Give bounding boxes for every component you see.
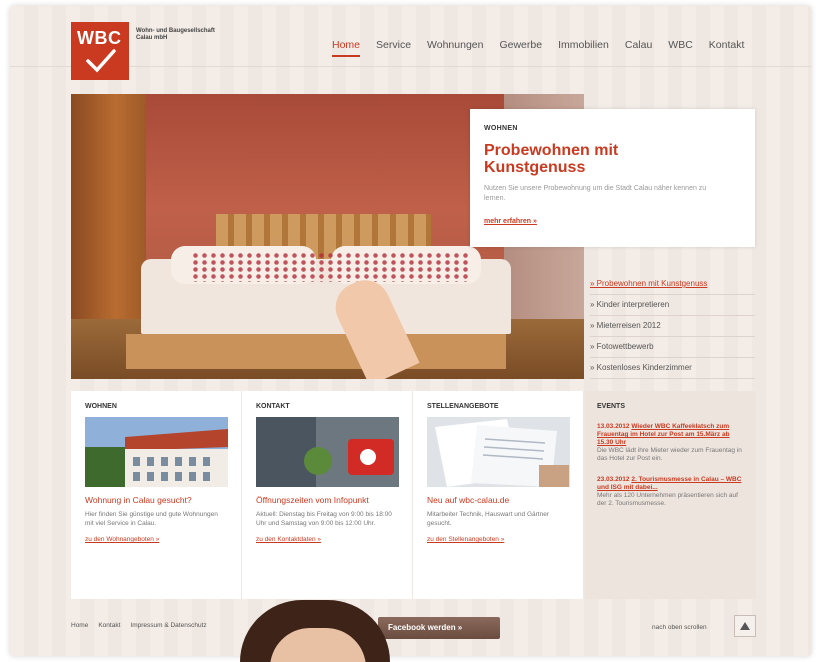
box-title: WOHNEN	[85, 403, 117, 410]
event-item: 13.03.2012 Wieder WBC Kaffeeklatsch zum …	[597, 423, 744, 463]
nav-gewerbe[interactable]: Gewerbe	[499, 39, 542, 57]
event-text: Die WBC lädt ihre Mieter wieder zum Frau…	[597, 447, 742, 462]
company-line1: Wohn- und Baugesellschaft	[136, 28, 215, 34]
wbc-logo[interactable]: WBC	[71, 22, 129, 80]
event-text: Mehr als 120 Unternehmen präsentieren si…	[597, 492, 738, 507]
side-link-kinderzimmer[interactable]: » Kostenloses Kinderzimmer	[590, 358, 755, 379]
box-text: Mitarbeiter Technik, Hauswart und Gärtne…	[427, 511, 549, 527]
side-link-fotowettbewerb[interactable]: » Fotowettbewerb	[590, 337, 755, 358]
teaser-boxes: WOHNEN Wohnung in Calau gesucht? Hier fi…	[71, 391, 756, 599]
page: WBC Wohn- und Baugesellschaft Calau mbH …	[10, 6, 811, 656]
box-stellenangebote: STELLENANGEBOTE Neu auf wbc-calau.de Mit…	[413, 391, 584, 599]
checkmark-icon	[86, 49, 116, 73]
hero-rose-petals	[191, 252, 471, 282]
box-kontakt: KONTAKT Öffnungszeiten vom Infopunkt Akt…	[242, 391, 413, 599]
main-nav: Home Service Wohnungen Gewerbe Immobilie…	[332, 39, 760, 57]
box-text: Aktuell: Dienstag bis Freitag von 9:00 b…	[256, 511, 392, 527]
house-photo[interactable]	[85, 417, 228, 487]
company-line2: Calau mbH	[136, 35, 168, 41]
box-link-kontaktdaten[interactable]: zu den Kontaktdaten »	[256, 536, 321, 543]
footer-link-kontakt[interactable]: Kontakt	[98, 622, 120, 629]
side-link-mieterreisen[interactable]: » Mieterreisen 2012	[590, 316, 755, 337]
mailbox-photo[interactable]	[256, 417, 399, 487]
scroll-top-label[interactable]: nach oben scrollen	[652, 624, 707, 631]
hero-side-links: » Probewohnen mit Kunstgenuss » Kinder i…	[590, 274, 755, 379]
nav-home[interactable]: Home	[332, 39, 361, 57]
footer-links: Home Kontakt Impressum & Datenschutz	[71, 622, 217, 629]
event-date: 13.03.2012	[597, 423, 630, 430]
event-item: 23.03.2012 2. Tourismusmesse in Calau – …	[597, 476, 744, 508]
teaser-text: Nutzen Sie unsere Probewohnung um die St…	[484, 185, 707, 202]
nav-immobilien[interactable]: Immobilien	[558, 39, 609, 57]
teaser-title: Probewohnen mit Kunstgenuss	[484, 142, 619, 176]
side-link-kinder[interactable]: » Kinder interpretieren	[590, 295, 755, 316]
box-wohnen: WOHNEN Wohnung in Calau gesucht? Hier fi…	[71, 391, 242, 599]
nav-calau[interactable]: Calau	[625, 39, 652, 57]
box-head: Wohnung in Calau gesucht?	[85, 495, 192, 505]
nav-service[interactable]: Service	[376, 39, 411, 57]
nav-kontakt[interactable]: Kontakt	[709, 39, 745, 57]
box-link-wohnangebote[interactable]: zu den Wohnangeboten »	[85, 536, 159, 543]
footer-link-impressum[interactable]: Impressum & Datenschutz	[130, 622, 206, 629]
teaser-kicker: WOHNEN	[484, 125, 518, 132]
box-head: Neu auf wbc-calau.de	[427, 495, 510, 505]
facebook-button[interactable]: Facebook werden »	[378, 617, 500, 639]
nav-wohnungen[interactable]: Wohnungen	[427, 39, 483, 57]
teaser-more-link[interactable]: mehr erfahren »	[484, 218, 537, 225]
arrow-up-icon	[740, 622, 750, 630]
box-head: Öffnungszeiten vom Infopunkt	[256, 495, 369, 505]
footer-link-home[interactable]: Home	[71, 622, 88, 629]
events-title: EVENTS	[597, 403, 626, 410]
nav-wbc[interactable]: WBC	[668, 39, 693, 57]
events-panel: EVENTS 13.03.2012 Wieder WBC Kaffeeklats…	[585, 391, 756, 599]
box-link-stellenangebote[interactable]: zu den Stellenangeboten »	[427, 536, 504, 543]
logo-text: WBC	[77, 28, 122, 48]
side-link-probewohnen[interactable]: » Probewohnen mit Kunstgenuss	[590, 274, 755, 295]
box-title: KONTAKT	[256, 403, 290, 410]
box-text: Hier finden Sie günstige und gute Wohnun…	[85, 511, 218, 527]
hero-teaser: WOHNEN Probewohnen mit Kunstgenuss Nutze…	[470, 109, 755, 247]
documents-photo[interactable]	[427, 417, 570, 487]
hero-bed-frame	[126, 334, 506, 369]
header-divider	[10, 66, 811, 67]
box-title: STELLENANGEBOTE	[427, 403, 499, 410]
company-name: Wohn- und Baugesellschaft Calau mbH	[136, 28, 246, 42]
scroll-top-button[interactable]	[734, 615, 756, 637]
event-date: 23.03.2012	[597, 476, 630, 483]
